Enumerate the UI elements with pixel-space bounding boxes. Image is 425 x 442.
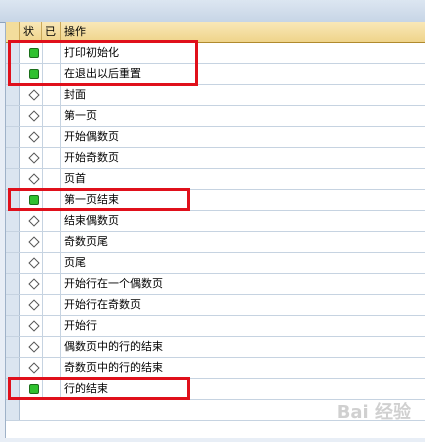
table-row[interactable]: 第一页 bbox=[6, 106, 425, 127]
done-cell bbox=[42, 211, 61, 231]
table-row[interactable]: 页尾 bbox=[6, 253, 425, 274]
done-cell bbox=[42, 127, 61, 147]
table-row[interactable]: 开始行在一个偶数页 bbox=[6, 274, 425, 295]
done-cell bbox=[42, 148, 61, 168]
diamond-status-icon bbox=[28, 278, 40, 290]
status-cell bbox=[20, 106, 43, 126]
row-selector[interactable] bbox=[6, 106, 20, 126]
row-selector[interactable] bbox=[6, 85, 20, 105]
status-cell bbox=[20, 358, 43, 378]
watermark: Bai 经验 bbox=[336, 402, 411, 423]
table-row[interactable]: 偶数页中的行的结束 bbox=[6, 337, 425, 358]
column-header-operation[interactable]: 操作 bbox=[61, 22, 425, 42]
row-selector[interactable] bbox=[6, 274, 20, 294]
operation-label: 开始奇数页 bbox=[64, 151, 119, 164]
row-selector[interactable] bbox=[6, 337, 20, 357]
table-row[interactable]: 结束偶数页 bbox=[6, 211, 425, 232]
status-cell bbox=[20, 295, 43, 315]
row-selector[interactable] bbox=[6, 232, 20, 252]
diamond-status-icon bbox=[28, 362, 40, 374]
done-cell bbox=[42, 106, 61, 126]
status-cell bbox=[20, 169, 43, 189]
done-cell bbox=[42, 295, 61, 315]
done-cell bbox=[42, 85, 61, 105]
select-all-cell[interactable] bbox=[6, 22, 20, 42]
operation-label: 页首 bbox=[64, 172, 86, 185]
operation-label: 开始偶数页 bbox=[64, 130, 119, 143]
event-table: 状 已 操作 打印初始化 在退出以后重置 封面 第一页 开始偶数页 开始奇数页 页首 第一页结… bbox=[5, 22, 425, 438]
operation-label: 开始行 bbox=[64, 319, 97, 332]
operation-label: 第一页 bbox=[64, 109, 97, 122]
column-header-done[interactable]: 已 bbox=[42, 22, 61, 42]
status-cell bbox=[20, 85, 43, 105]
status-cell bbox=[20, 232, 43, 252]
operation-label: 封面 bbox=[64, 88, 86, 101]
table-row[interactable]: 开始行 bbox=[6, 316, 425, 337]
done-cell bbox=[42, 274, 61, 294]
row-selector[interactable] bbox=[6, 211, 20, 231]
status-cell bbox=[20, 127, 43, 147]
diamond-status-icon bbox=[28, 131, 40, 143]
operation-label: 奇数页尾 bbox=[64, 235, 108, 248]
diamond-status-icon bbox=[28, 299, 40, 311]
status-cell bbox=[20, 253, 43, 273]
status-cell bbox=[20, 316, 43, 336]
diamond-status-icon bbox=[28, 173, 40, 185]
done-cell bbox=[42, 232, 61, 252]
column-header-status[interactable]: 状 bbox=[20, 22, 42, 42]
row-selector[interactable] bbox=[6, 127, 20, 147]
table-row[interactable]: 奇数页尾 bbox=[6, 232, 425, 253]
diamond-status-icon bbox=[28, 89, 40, 101]
status-cell bbox=[20, 211, 43, 231]
table-row[interactable]: 封面 bbox=[6, 85, 425, 106]
done-cell bbox=[42, 169, 61, 189]
done-cell bbox=[42, 358, 61, 378]
done-cell bbox=[42, 337, 61, 357]
diamond-status-icon bbox=[28, 320, 40, 332]
status-cell bbox=[20, 148, 43, 168]
done-cell bbox=[42, 316, 61, 336]
status-cell bbox=[20, 337, 43, 357]
operation-label: 开始行在奇数页 bbox=[64, 298, 141, 311]
table-row[interactable]: 页首 bbox=[6, 169, 425, 190]
diamond-status-icon bbox=[28, 110, 40, 122]
diamond-status-icon bbox=[28, 215, 40, 227]
table-row[interactable]: 开始奇数页 bbox=[6, 148, 425, 169]
highlight-box-init bbox=[8, 40, 198, 86]
row-selector[interactable] bbox=[6, 253, 20, 273]
operation-label: 偶数页中的行的结束 bbox=[64, 340, 163, 353]
diamond-status-icon bbox=[28, 257, 40, 269]
row-selector[interactable] bbox=[6, 148, 20, 168]
table-row[interactable]: 奇数页中的行的结束 bbox=[6, 358, 425, 379]
table-row[interactable]: 开始偶数页 bbox=[6, 127, 425, 148]
status-cell bbox=[20, 274, 43, 294]
row-selector[interactable] bbox=[6, 400, 20, 420]
row-selector[interactable] bbox=[6, 295, 20, 315]
top-toolbar bbox=[0, 0, 425, 23]
diamond-status-icon bbox=[28, 152, 40, 164]
operation-label: 奇数页中的行的结束 bbox=[64, 361, 163, 374]
done-cell bbox=[42, 253, 61, 273]
row-selector[interactable] bbox=[6, 358, 20, 378]
operation-label: 结束偶数页 bbox=[64, 214, 119, 227]
operation-label: 页尾 bbox=[64, 256, 86, 269]
operation-label: 开始行在一个偶数页 bbox=[64, 277, 163, 290]
diamond-status-icon bbox=[28, 236, 40, 248]
row-selector[interactable] bbox=[6, 316, 20, 336]
highlight-box-first-page-end bbox=[8, 188, 190, 211]
row-selector[interactable] bbox=[6, 169, 20, 189]
highlight-box-line-end bbox=[8, 377, 190, 400]
diamond-status-icon bbox=[28, 341, 40, 353]
table-row[interactable]: 开始行在奇数页 bbox=[6, 295, 425, 316]
